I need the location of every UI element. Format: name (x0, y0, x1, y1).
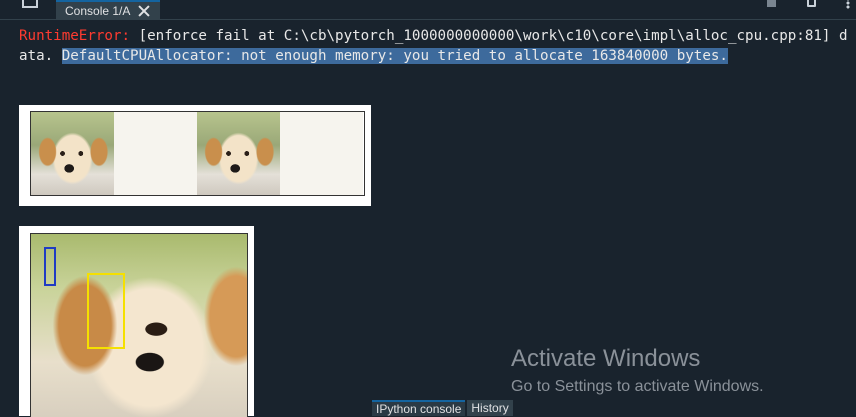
tab-console[interactable]: Console 1/A (56, 0, 160, 19)
blank-panel-2 (280, 112, 363, 195)
image-strip-axes (30, 111, 365, 196)
close-icon[interactable] (138, 5, 150, 17)
figure-detection (19, 226, 254, 417)
bounding-box-yellow (87, 273, 125, 349)
copy-icon[interactable] (807, 0, 816, 7)
tab-ipython-console[interactable]: IPython console (372, 400, 466, 416)
watermark-subtitle: Go to Settings to activate Windows. (511, 378, 764, 395)
selected-text: DefaultCPUAllocator: not enough memory: … (61, 48, 728, 64)
watermark-title: Activate Windows (511, 345, 701, 372)
console-output[interactable]: RuntimeError: [enforce fail at C:\cb\pyt… (19, 26, 853, 66)
bottom-tab-bar: IPython console History (372, 400, 515, 416)
bounding-box-blue (44, 247, 56, 286)
maximize-pane-icon[interactable] (22, 0, 38, 8)
dog-image-2 (197, 112, 280, 195)
figure-image-strip (19, 105, 371, 206)
console-tab-bar: Console 1/A (0, 0, 856, 20)
options-menu-icon[interactable] (846, 0, 850, 9)
stop-icon[interactable] (767, 0, 776, 7)
tab-console-label: Console 1/A (65, 3, 131, 18)
blank-panel-1 (114, 112, 197, 195)
error-name: RuntimeError: (19, 28, 131, 44)
dog-image-1 (31, 112, 114, 195)
dog-image-large (30, 233, 248, 417)
tab-history[interactable]: History (467, 400, 513, 416)
